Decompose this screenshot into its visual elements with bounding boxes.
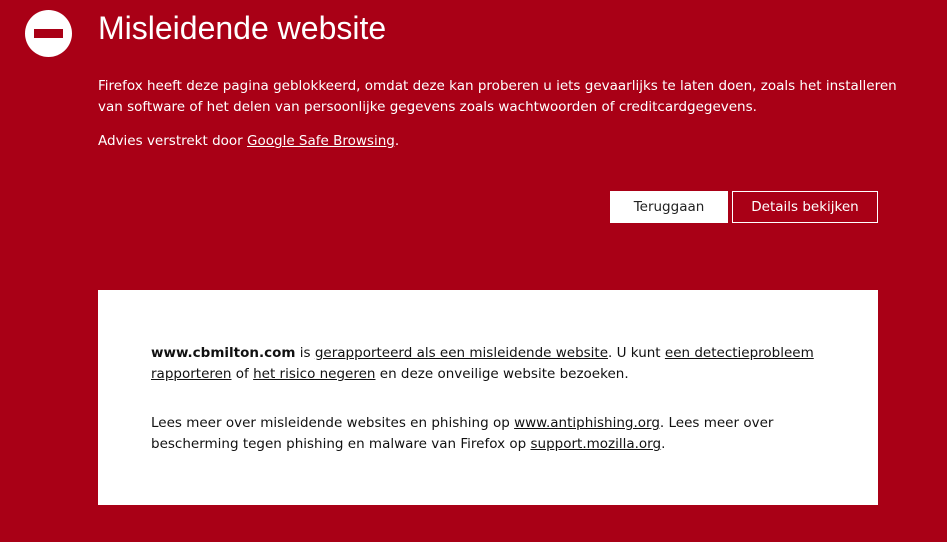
- block-icon: [25, 10, 72, 57]
- details-reported-paragraph: www.cbmilton.com is gerapporteerd als ee…: [151, 343, 826, 385]
- details-or-text: of: [231, 366, 254, 382]
- support-mozilla-link[interactable]: support.mozilla.org: [530, 436, 661, 452]
- details-learn-paragraph: Lees meer over misleidende websites en p…: [151, 413, 826, 455]
- see-details-button[interactable]: Details bekijken: [732, 191, 878, 223]
- block-icon-bar: [34, 29, 63, 38]
- block-description: Firefox heeft deze pagina geblokkeerd, o…: [98, 78, 897, 115]
- site-domain: www.cbmilton.com: [151, 345, 296, 361]
- google-safe-browsing-link[interactable]: Google Safe Browsing: [247, 133, 395, 149]
- advice-prefix: Advies verstrekt door: [98, 133, 248, 149]
- learn-suffix: .: [661, 436, 666, 452]
- antiphishing-link[interactable]: www.antiphishing.org: [514, 415, 660, 431]
- details-end-text: en deze onveilige website bezoeken.: [375, 366, 629, 382]
- page-title: Misleidende website: [98, 10, 387, 46]
- blocked-page: Misleidende website Firefox heeft deze p…: [0, 0, 947, 542]
- details-panel: www.cbmilton.com is gerapporteerd als ee…: [98, 290, 878, 505]
- go-back-button[interactable]: Teruggaan: [610, 191, 728, 223]
- advice-line: Advies verstrekt door Google Safe Browsi…: [98, 131, 898, 152]
- reported-deceptive-link[interactable]: gerapporteerd als een misleidende websit…: [315, 345, 608, 361]
- learn-prefix: Lees meer over misleidende websites en p…: [151, 415, 515, 431]
- ignore-risk-link[interactable]: het risico negeren: [253, 366, 375, 382]
- details-is-text: is: [295, 345, 315, 361]
- details-mid-text: . U kunt: [608, 345, 665, 361]
- advice-suffix: .: [394, 133, 400, 149]
